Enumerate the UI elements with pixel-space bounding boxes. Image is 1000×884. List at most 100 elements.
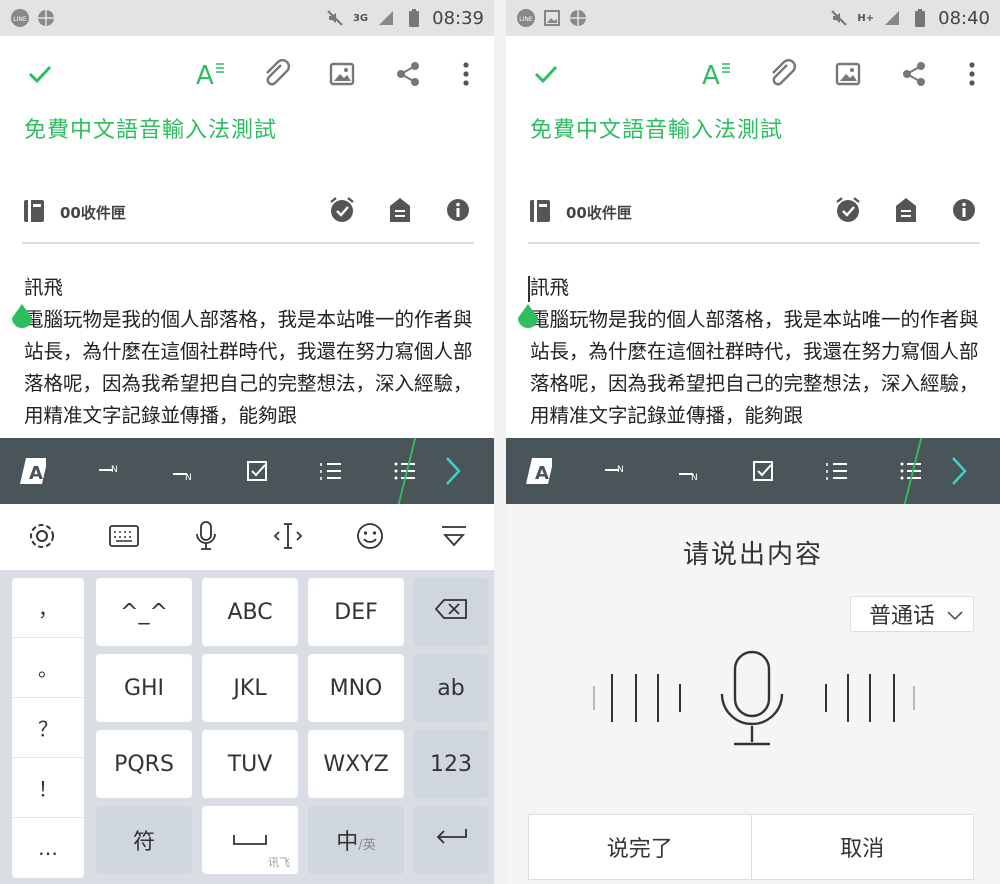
- outdent-icon[interactable]: N: [676, 458, 702, 484]
- gallery-icon: [542, 8, 562, 28]
- format-logo-icon[interactable]: A: [20, 458, 46, 484]
- note-meta-row: 00收件匣: [528, 194, 980, 228]
- punct-key[interactable]: …: [12, 818, 84, 878]
- enter-key[interactable]: [414, 806, 488, 874]
- svg-text:LINE: LINE: [519, 16, 533, 23]
- notebook-name[interactable]: 00收件匣: [60, 202, 126, 223]
- indent-icon[interactable]: N: [602, 458, 628, 484]
- punct-key[interactable]: ！: [12, 758, 84, 818]
- signal-icon: [882, 8, 902, 28]
- text-cursor: [528, 276, 530, 302]
- svg-text:N: N: [691, 473, 698, 482]
- tag-icon[interactable]: [388, 196, 412, 228]
- svg-text:N: N: [185, 473, 192, 482]
- format-logo-icon[interactable]: A: [526, 458, 552, 484]
- image-icon[interactable]: [832, 58, 864, 90]
- cursor-handle-icon[interactable]: [8, 302, 36, 334]
- numbered-list-icon[interactable]: [318, 458, 344, 484]
- done-check-icon[interactable]: [24, 58, 56, 90]
- attachment-icon[interactable]: [766, 58, 798, 90]
- basketball-icon: [568, 8, 588, 28]
- key-9[interactable]: WXYZ: [308, 730, 404, 798]
- keyboard-brand: 讯飞: [268, 856, 290, 869]
- voice-input-panel: 请说出内容 普通话 说完了 取消: [506, 504, 1000, 884]
- text-format-icon[interactable]: A: [700, 58, 732, 90]
- symbol-key[interactable]: 符: [96, 806, 192, 874]
- cursor-handle-icon[interactable]: [514, 302, 542, 334]
- image-icon[interactable]: [326, 58, 358, 90]
- indent-icon[interactable]: N: [96, 458, 122, 484]
- svg-text:A: A: [29, 463, 43, 484]
- settings-gear-icon[interactable]: [24, 518, 60, 554]
- chevron-right-icon[interactable]: [440, 457, 466, 485]
- sound-wave-right-icon: [818, 654, 928, 742]
- note-body-text: 訊飛 電腦玩物是我的個人部落格，我是本站唯一的作者與站長，為什麼在這個社群時代，…: [24, 276, 473, 427]
- note-title[interactable]: 免費中文語音輸入法測試: [530, 112, 783, 144]
- language-value: 普通话: [869, 604, 936, 629]
- share-icon[interactable]: [898, 58, 930, 90]
- line-app-icon: LINE: [516, 8, 536, 28]
- battery-icon: [404, 8, 424, 28]
- notebook-name[interactable]: 00收件匣: [566, 202, 632, 223]
- cancel-button[interactable]: 取消: [750, 815, 974, 879]
- number-mode-key[interactable]: 123: [414, 730, 488, 798]
- language-toggle-key[interactable]: 中/英: [308, 806, 404, 874]
- key-2[interactable]: ABC: [202, 578, 298, 646]
- key-8[interactable]: TUV: [202, 730, 298, 798]
- share-icon[interactable]: [392, 58, 424, 90]
- space-key[interactable]: 讯飞: [202, 806, 298, 874]
- notebook-icon[interactable]: [528, 198, 552, 228]
- left-screen: LINE 3G 08:39 A 免費中文語音輸入法測試 00收件匣 訊飛 電腦玩…: [0, 0, 494, 884]
- chevron-right-icon[interactable]: [946, 457, 972, 485]
- note-body[interactable]: 訊飛 電腦玩物是我的個人部落格，我是本站唯一的作者與站長，為什麼在這個社群時代，…: [530, 272, 980, 440]
- finish-speaking-button[interactable]: 说完了: [529, 815, 751, 879]
- reminder-alarm-icon[interactable]: [328, 196, 356, 228]
- numbered-list-icon[interactable]: [824, 458, 850, 484]
- info-icon[interactable]: [446, 198, 470, 226]
- svg-text:A: A: [535, 463, 549, 484]
- key-7[interactable]: PQRS: [96, 730, 192, 798]
- cursor-move-icon[interactable]: [270, 518, 306, 554]
- note-body[interactable]: 訊飛 電腦玩物是我的個人部落格，我是本站唯一的作者與站長，為什麼在這個社群時代，…: [24, 272, 474, 440]
- alpha-mode-key[interactable]: ab: [414, 654, 488, 722]
- key-4[interactable]: GHI: [96, 654, 192, 722]
- attachment-icon[interactable]: [260, 58, 292, 90]
- key-1[interactable]: ^_^: [96, 578, 192, 646]
- microphone-icon[interactable]: [188, 518, 224, 554]
- info-icon[interactable]: [952, 198, 976, 226]
- key-5[interactable]: JKL: [202, 654, 298, 722]
- mute-icon: [829, 8, 849, 28]
- punct-key[interactable]: ？: [12, 698, 84, 758]
- basketball-icon: [36, 8, 56, 28]
- done-check-icon[interactable]: [530, 58, 562, 90]
- outdent-icon[interactable]: N: [170, 458, 196, 484]
- keyboard-toolbar: [0, 504, 494, 570]
- note-title[interactable]: 免費中文語音輸入法測試: [24, 112, 277, 144]
- checkbox-icon[interactable]: [750, 458, 776, 484]
- punct-key[interactable]: 。: [12, 638, 84, 698]
- more-vert-icon[interactable]: [956, 58, 988, 90]
- voice-prompt: 请说出内容: [682, 540, 823, 570]
- backspace-key[interactable]: [414, 578, 488, 646]
- svg-text:A: A: [702, 61, 720, 90]
- emoji-icon[interactable]: [352, 518, 388, 554]
- key-3[interactable]: DEF: [308, 578, 404, 646]
- microphone-icon[interactable]: [718, 650, 786, 748]
- divider: [22, 242, 474, 244]
- signal-icon: [376, 8, 396, 28]
- space-bar-icon: [232, 828, 268, 853]
- key-6[interactable]: MNO: [308, 654, 404, 722]
- punct-key[interactable]: ，: [12, 578, 84, 638]
- note-toolbar: A: [506, 48, 1000, 100]
- more-vert-icon[interactable]: [450, 58, 482, 90]
- notebook-icon[interactable]: [22, 198, 46, 228]
- tag-icon[interactable]: [894, 196, 918, 228]
- network-type: H+: [857, 12, 875, 24]
- backspace-icon: [434, 598, 468, 626]
- text-format-icon[interactable]: A: [194, 58, 226, 90]
- keyboard-icon[interactable]: [106, 518, 142, 554]
- checkbox-icon[interactable]: [244, 458, 270, 484]
- hide-keyboard-icon[interactable]: [436, 518, 472, 554]
- language-select[interactable]: 普通话: [850, 596, 974, 632]
- reminder-alarm-icon[interactable]: [834, 196, 862, 228]
